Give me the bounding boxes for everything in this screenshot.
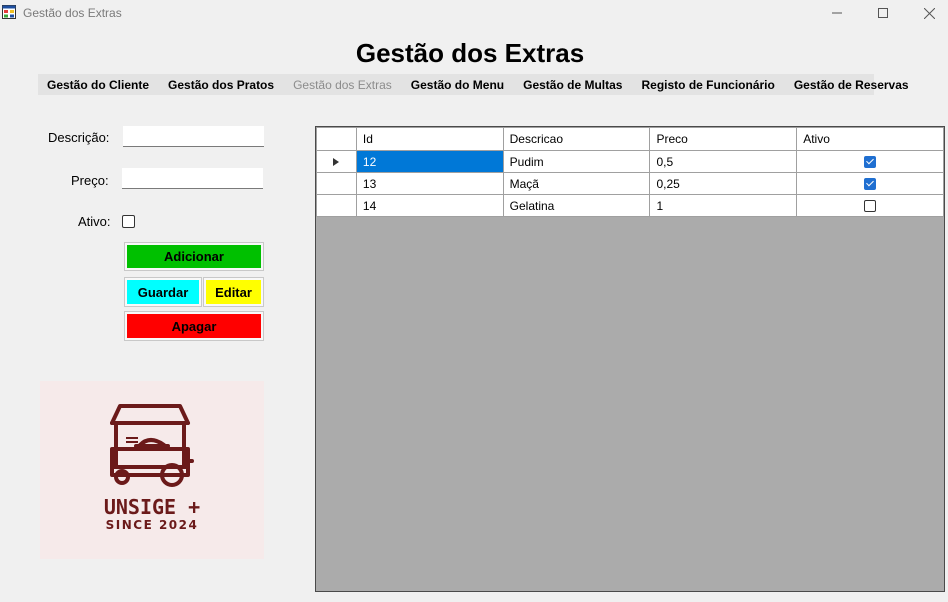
maximize-button[interactable] xyxy=(860,0,906,26)
adicionar-button[interactable]: Adicionar xyxy=(124,242,264,271)
page-title: Gestão dos Extras xyxy=(355,38,585,68)
column-header-id[interactable]: Id xyxy=(355,127,504,151)
row-header[interactable] xyxy=(316,194,357,217)
menu-gestao-pratos[interactable]: Gestão dos Pratos xyxy=(159,78,284,92)
row-header-corner xyxy=(316,127,357,151)
cell-preco[interactable]: 0,25 xyxy=(649,172,798,195)
menu-bar: Gestão do Cliente Gestão dos Pratos Gest… xyxy=(38,74,909,95)
ativo-checkbox[interactable] xyxy=(122,215,135,228)
app-icon xyxy=(2,5,16,19)
maximize-icon xyxy=(878,8,888,18)
minimize-button[interactable] xyxy=(814,0,860,26)
descricao-input[interactable] xyxy=(123,126,264,147)
close-button[interactable] xyxy=(906,0,948,26)
ativo-cell-checkbox[interactable] xyxy=(864,156,877,169)
menu-gestao-cliente[interactable]: Gestão do Cliente xyxy=(38,78,159,92)
close-icon xyxy=(923,7,935,19)
descricao-label: Descrição: xyxy=(48,130,110,145)
apagar-button[interactable]: Apagar xyxy=(124,311,264,341)
menu-gestao-extras: Gestão dos Extras xyxy=(293,77,392,92)
row-header[interactable] xyxy=(316,172,357,195)
window-titlebar: Gestão dos Extras xyxy=(0,0,948,26)
adicionar-button-label: Adicionar xyxy=(127,245,261,268)
table-row[interactable]: 13 Maçã 0,25 xyxy=(316,172,944,195)
cell-id[interactable]: 13 xyxy=(355,172,504,195)
guardar-button[interactable]: Guardar xyxy=(124,277,202,307)
cell-preco[interactable]: 1 xyxy=(649,194,798,217)
cell-descricao[interactable]: Gelatina xyxy=(502,194,651,217)
editar-button[interactable]: Editar xyxy=(203,277,264,307)
table-row[interactable]: 12 Pudim 0,5 xyxy=(316,150,944,173)
cell-descricao[interactable]: Maçã xyxy=(502,172,651,195)
current-row-arrow-icon xyxy=(333,157,340,166)
column-header-preco[interactable]: Preco xyxy=(649,127,798,151)
menu-registo-funcionario[interactable]: Registo de Funcionário xyxy=(632,78,784,92)
table-row[interactable]: 14 Gelatina 1 xyxy=(316,194,944,217)
column-header-ativo[interactable]: Ativo xyxy=(796,127,944,151)
cell-preco[interactable]: 0,5 xyxy=(649,150,798,173)
apagar-button-label: Apagar xyxy=(127,314,261,338)
editar-button-label: Editar xyxy=(206,280,261,304)
menu-gestao-multas[interactable]: Gestão de Multas xyxy=(514,78,632,92)
ativo-cell-checkbox[interactable] xyxy=(864,178,877,191)
column-header-descricao[interactable]: Descricao xyxy=(502,127,651,151)
cell-ativo[interactable] xyxy=(796,172,944,195)
menu-gestao-reservas[interactable]: Gestão de Reservas xyxy=(785,78,919,92)
window-title: Gestão dos Extras xyxy=(23,6,122,20)
cell-ativo[interactable] xyxy=(796,150,944,173)
minimize-icon xyxy=(832,12,842,14)
preco-label: Preço: xyxy=(71,173,109,188)
logo: UNSIGE + SINCE 2024 xyxy=(40,381,264,559)
ativo-label: Ativo: xyxy=(78,214,111,229)
cell-id[interactable]: 14 xyxy=(355,194,504,217)
row-header[interactable] xyxy=(316,150,357,173)
extras-data-grid[interactable]: Id Descricao Preco Ativo 12 Pudim 0,5 13… xyxy=(315,126,945,592)
cell-descricao[interactable]: Pudim xyxy=(502,150,651,173)
menu-gestao-menu[interactable]: Gestão do Menu xyxy=(402,78,514,92)
guardar-button-label: Guardar xyxy=(127,280,199,304)
logo-text-line2: SINCE 2024 xyxy=(106,518,199,532)
cell-ativo[interactable] xyxy=(796,194,944,217)
cell-id[interactable]: 12 xyxy=(355,150,504,173)
logo-text-line1: UNSIGE + xyxy=(104,495,200,519)
food-cart-icon: UNSIGE + SINCE 2024 xyxy=(104,404,200,532)
ativo-cell-checkbox[interactable] xyxy=(864,200,877,213)
table-header-row: Id Descricao Preco Ativo xyxy=(316,127,944,151)
preco-input[interactable] xyxy=(122,168,263,189)
